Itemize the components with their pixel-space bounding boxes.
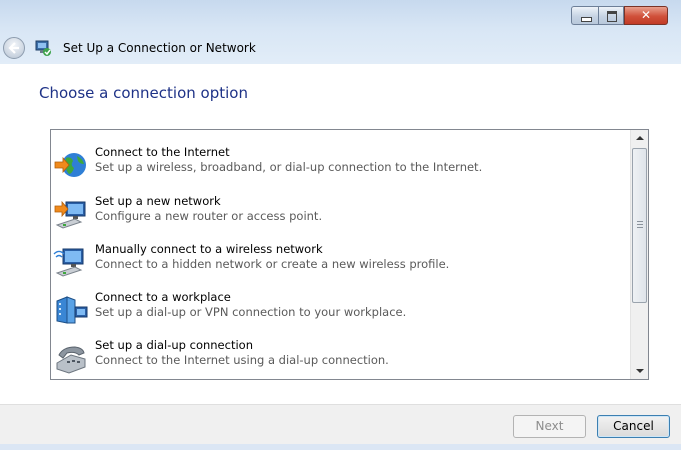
option-description: Connect to the Internet using a dial-up …	[95, 353, 389, 367]
option-dialup[interactable]: Set up a dial-up connection Connect to t…	[51, 337, 627, 379]
window-bottom-edge	[0, 444, 681, 450]
connection-options-list[interactable]: Connect to the Internet Set up a wireles…	[50, 129, 649, 380]
workplace-icon	[56, 296, 88, 324]
scroll-up-arrow-icon[interactable]	[631, 130, 648, 147]
wireless-network-icon	[53, 248, 84, 277]
option-connect-internet[interactable]: Connect to the Internet Set up a wireles…	[51, 144, 627, 190]
window-title: Set Up a Connection or Network	[63, 41, 256, 55]
option-title: Manually connect to a wireless network	[95, 242, 323, 256]
scroll-down-arrow-icon[interactable]	[631, 362, 648, 379]
globe-internet-icon	[54, 153, 86, 177]
dialup-phone-icon	[56, 346, 86, 374]
back-button[interactable]	[3, 37, 25, 59]
option-description: Set up a wireless, broadband, or dial-up…	[95, 160, 483, 174]
scrollbar-grip-icon	[637, 221, 643, 228]
title-bar: Set Up a Connection or Network	[0, 0, 681, 64]
option-title: Set up a new network	[95, 194, 221, 208]
network-setup-icon	[35, 40, 51, 56]
option-workplace[interactable]: Connect to a workplace Set up a dial-up …	[51, 289, 627, 335]
new-network-icon	[54, 200, 86, 229]
option-manual-wireless[interactable]: Manually connect to a wireless network C…	[51, 241, 627, 287]
close-button[interactable]	[624, 6, 668, 25]
option-title: Set up a dial-up connection	[95, 338, 253, 352]
option-description: Connect to a hidden network or create a …	[95, 257, 450, 271]
option-description: Configure a new router or access point.	[95, 209, 323, 223]
vertical-scrollbar[interactable]	[630, 130, 648, 379]
page-heading: Choose a connection option	[39, 84, 248, 102]
cancel-button[interactable]: Cancel	[597, 415, 670, 438]
next-button[interactable]: Next	[513, 415, 586, 438]
option-title: Connect to the Internet	[95, 145, 230, 159]
maximize-button[interactable]	[598, 6, 624, 25]
minimize-button[interactable]	[571, 6, 598, 25]
option-new-network[interactable]: Set up a new network Configure a new rou…	[51, 193, 627, 239]
option-description: Set up a dial-up or VPN connection to yo…	[95, 305, 407, 319]
back-arrow-icon	[8, 42, 19, 54]
option-title: Connect to a workplace	[95, 290, 231, 304]
scrollbar-thumb[interactable]	[632, 148, 647, 303]
